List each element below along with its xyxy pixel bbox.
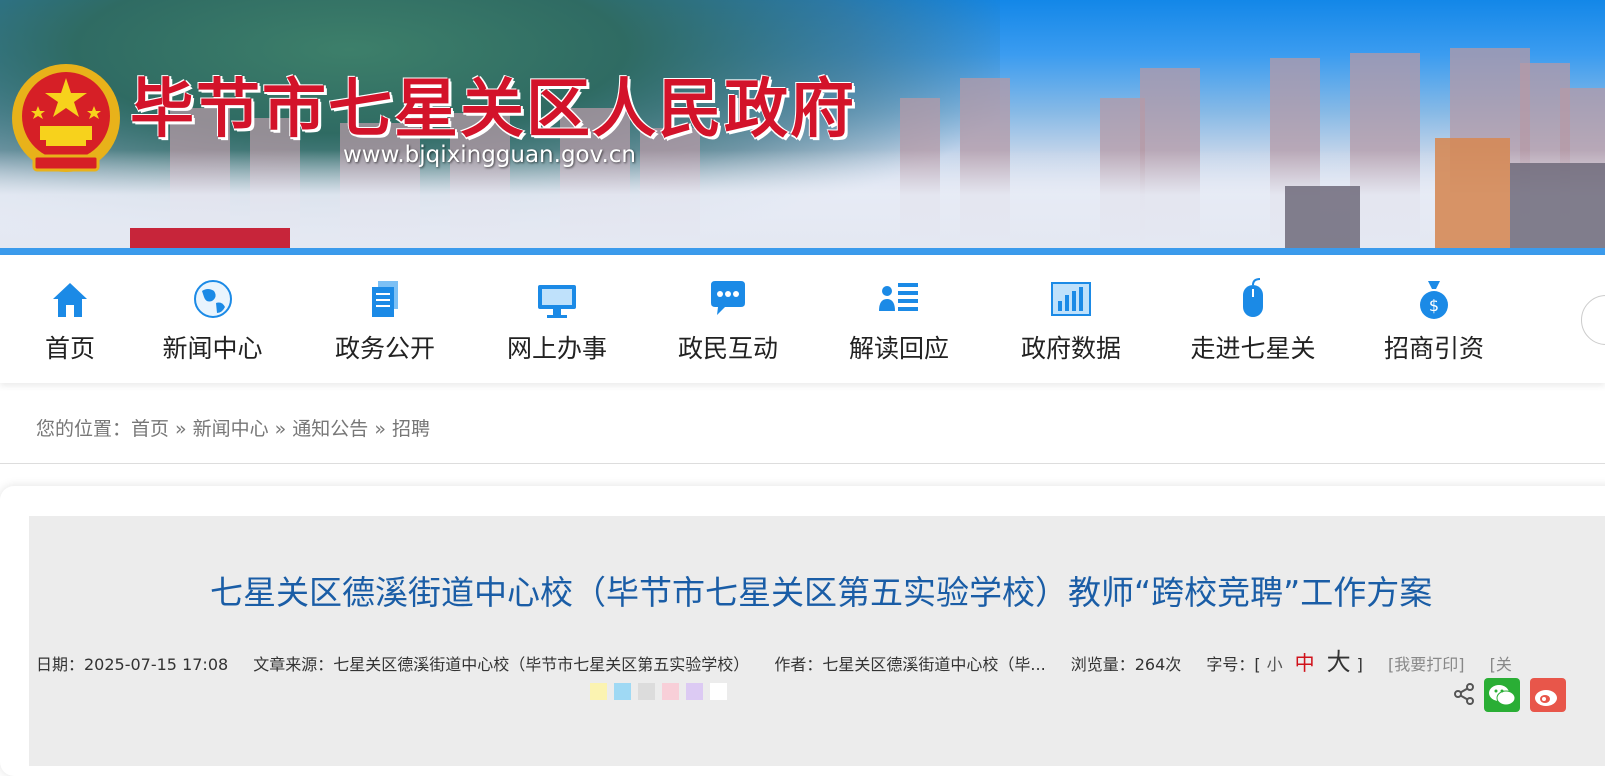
weibo-icon xyxy=(1535,690,1557,706)
weibo-share-button[interactable] xyxy=(1530,678,1566,712)
nav-item-investment[interactable]: $ 招商引资 xyxy=(1375,277,1493,373)
site-title: 毕节市七星关区人民政府 xyxy=(130,72,856,147)
breadcrumb-separator: » xyxy=(374,418,386,440)
breadcrumb-separator: » xyxy=(274,418,287,440)
nav-item-about-qixingguan[interactable]: 走进七星关 xyxy=(1183,277,1323,373)
color-swatch-white[interactable] xyxy=(710,683,727,700)
article-source: 文章来源：七星关区德溪街道中心校（毕节市七星关区第五实验学校） xyxy=(253,655,750,674)
color-swatch-purple[interactable] xyxy=(686,683,703,700)
nav-item-online-service[interactable]: 网上办事 xyxy=(498,277,616,373)
breadcrumb-link-notices[interactable]: 通知公告 xyxy=(292,418,368,440)
banner-building xyxy=(130,228,290,248)
money-bag-icon: $ xyxy=(1420,281,1448,319)
nav-scroll-button[interactable] xyxy=(1581,295,1605,345)
chat-bubble-icon xyxy=(711,281,745,315)
print-button[interactable]: [我要打印] xyxy=(1388,655,1465,674)
color-swatch-blue[interactable] xyxy=(614,683,631,700)
svg-text:$: $ xyxy=(1429,296,1439,315)
color-swatch-pink[interactable] xyxy=(662,683,679,700)
wechat-share-button[interactable] xyxy=(1484,678,1520,712)
nav-label: 走进七星关 xyxy=(1190,334,1316,363)
breadcrumb-link-home[interactable]: 首页 xyxy=(131,418,169,440)
globe-icon xyxy=(193,280,232,318)
nav-item-news[interactable]: 新闻中心 xyxy=(155,277,270,373)
wechat-icon xyxy=(1489,685,1516,706)
article-views: 浏览量：264次 xyxy=(1070,655,1182,674)
banner-building xyxy=(1435,138,1510,248)
font-size-close-bracket: ] xyxy=(1356,655,1363,674)
monitor-icon xyxy=(538,285,576,318)
font-size-large-button[interactable]: 大 xyxy=(1327,648,1351,676)
color-swatch-yellow[interactable] xyxy=(590,683,607,700)
nav-label: 解读回应 xyxy=(848,334,949,363)
background-color-picker xyxy=(590,683,734,702)
nav-label: 新闻中心 xyxy=(162,334,263,363)
breadcrumb-link-recruitment[interactable]: 招聘 xyxy=(392,418,430,440)
breadcrumb-separator: » xyxy=(175,418,187,440)
color-swatch-gray[interactable] xyxy=(638,683,655,700)
user-list-icon xyxy=(879,283,918,311)
mouse-icon xyxy=(1243,278,1263,317)
nav-label: 首页 xyxy=(44,334,95,363)
main-nav: 首页 新闻中心 政务公开 网上办事 政民互动 解读回应 政府数据 走进七星关 $… xyxy=(0,255,1605,383)
breadcrumb: 您的位置：首页» 新闻中心» 通知公告» 招聘 xyxy=(36,414,430,441)
font-size-medium-button[interactable]: 中 xyxy=(1295,651,1315,675)
nav-item-gov-affairs[interactable]: 政务公开 xyxy=(326,277,444,373)
document-icon xyxy=(372,281,398,317)
article-meta: 日期：2025-07-15 17:08 文章来源：七星关区德溪街道中心校（毕节市… xyxy=(36,642,1532,677)
article-date: 日期：2025-07-15 17:08 xyxy=(36,655,229,674)
home-icon xyxy=(53,283,87,317)
banner-divider xyxy=(0,248,1605,255)
nav-item-interpretation[interactable]: 解读回应 xyxy=(840,277,958,373)
nav-item-home[interactable]: 首页 xyxy=(30,277,110,373)
nav-label: 招商引资 xyxy=(1383,334,1484,363)
bar-chart-icon xyxy=(1051,282,1091,316)
article-title: 七星关区德溪街道中心校（毕节市七星关区第五实验学校）教师“跨校竞聘”工作方案 xyxy=(210,573,1433,612)
article-author: 作者：七星关区德溪街道中心校（毕... xyxy=(774,655,1046,674)
nav-item-interaction[interactable]: 政民互动 xyxy=(669,277,787,373)
header-banner: 毕节市七星关区人民政府 www.bjqixingguan.gov.cn xyxy=(0,0,1605,248)
nav-label: 政府数据 xyxy=(1020,334,1121,363)
close-button[interactable]: [关 xyxy=(1490,655,1512,674)
site-url: www.bjqixingguan.gov.cn xyxy=(343,142,636,168)
font-size-label: 字号：[ xyxy=(1206,655,1261,674)
nav-label: 政务公开 xyxy=(334,334,435,363)
share-icon[interactable] xyxy=(1452,682,1476,706)
breadcrumb-divider xyxy=(0,463,1605,464)
nav-item-gov-data[interactable]: 政府数据 xyxy=(1012,277,1130,373)
font-size-small-button[interactable]: 小 xyxy=(1267,655,1283,674)
nav-label: 网上办事 xyxy=(506,334,607,363)
breadcrumb-link-news[interactable]: 新闻中心 xyxy=(193,418,269,440)
banner-building xyxy=(1285,186,1360,248)
national-emblem-icon xyxy=(12,64,120,172)
nav-label: 政民互动 xyxy=(677,334,778,363)
breadcrumb-prefix: 您的位置： xyxy=(36,418,132,440)
article-header-panel xyxy=(29,516,1605,766)
banner-building xyxy=(1510,163,1605,248)
